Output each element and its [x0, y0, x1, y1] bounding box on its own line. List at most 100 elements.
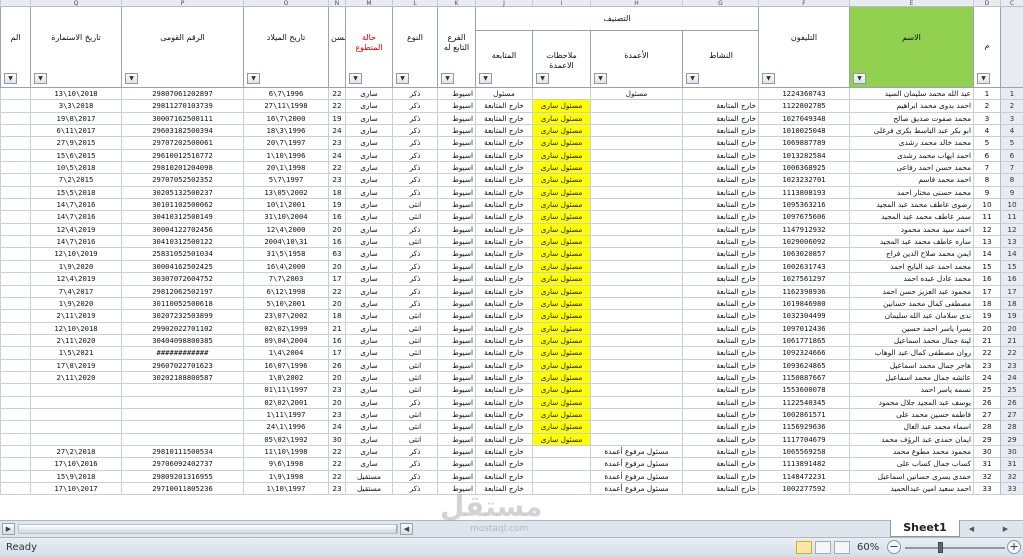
table-row[interactable]: 7\2\2015 29707052502352 5\7\1997 23 سارى ذكر ا… — [0, 174, 1023, 187]
row-header[interactable]: 7 — [1000, 162, 1023, 175]
table-cell[interactable] — [0, 322, 30, 335]
table-cell[interactable]: خارج المتابعة — [682, 162, 758, 175]
table-cell[interactable]: محمد حسن احمد رفاعى — [849, 162, 973, 175]
table-cell[interactable]: ساره عاطف محمد عبد المجيد — [849, 236, 973, 249]
table-cell[interactable]: 15\5\2018 — [30, 186, 121, 200]
table-cell[interactable]: خارج المتابعة — [475, 174, 532, 187]
table-cell[interactable]: 1147912932 — [758, 223, 849, 237]
table-cell[interactable]: خارج المتابعة — [475, 211, 532, 224]
table-cell[interactable]: 14\7\2016 — [30, 236, 121, 249]
table-cell[interactable]: اسماء محمد عبد العال — [849, 421, 973, 434]
table-cell[interactable]: ابو بكر عبد الباسط بكرى فرغلى — [849, 125, 973, 138]
table-cell[interactable]: 17 — [328, 273, 345, 286]
row-header[interactable]: 10 — [1000, 199, 1023, 212]
table-cell[interactable]: 20 — [328, 260, 345, 274]
column-letter[interactable]: O — [243, 0, 328, 7]
table-row[interactable]: 3\3\2018 29811270103739 27\11\1998 22 سارى ذك… — [0, 100, 1023, 113]
table-cell[interactable]: خارج المتابعة — [475, 458, 532, 471]
table-cell[interactable]: كساب جمال كساب على — [849, 458, 973, 471]
table-cell[interactable]: ذكر — [392, 223, 437, 237]
table-cell[interactable] — [0, 433, 30, 446]
table-cell[interactable]: 16\07\1996 — [243, 359, 328, 372]
table-cell[interactable]: خارج المتابعة — [682, 433, 758, 446]
table-cell[interactable]: خارج المتابعة — [475, 137, 532, 150]
table-cell[interactable] — [590, 359, 682, 372]
table-cell[interactable]: 29707052502352 — [121, 174, 243, 187]
table-cell[interactable]: احمد محمد قاسم — [849, 174, 973, 187]
table-cell[interactable]: 1\9\2020 — [30, 260, 121, 274]
table-cell[interactable]: محمد احمد عبد البايح احمد — [849, 260, 973, 274]
table-cell[interactable] — [590, 297, 682, 311]
table-cell[interactable]: 6\7\1996 — [243, 88, 328, 101]
table-cell[interactable]: خارج المتابعة — [682, 384, 758, 397]
table-row[interactable]: 1\9\2020 30110052500618 5\10\2001 20 سارى ذكر… — [0, 297, 1023, 311]
table-cell[interactable]: اسيوط — [437, 334, 475, 348]
row-header[interactable]: 28 — [1000, 421, 1023, 434]
table-cell[interactable] — [590, 223, 682, 237]
table-cell[interactable]: انثى — [392, 408, 437, 422]
table-cell[interactable] — [121, 408, 243, 422]
table-cell[interactable]: عبد الله محمد سليمان السيد — [849, 88, 973, 101]
zoom-in-icon[interactable]: + — [1007, 540, 1021, 554]
table-cell[interactable] — [590, 112, 682, 126]
row-header[interactable]: 17 — [1000, 285, 1023, 298]
table-cell[interactable]: اسيوط — [437, 211, 475, 224]
table-cell[interactable]: 16\4\2000 — [243, 260, 328, 274]
table-cell[interactable]: اسيوط — [437, 433, 475, 446]
table-cell[interactable] — [590, 248, 682, 261]
table-cell[interactable]: 20 — [973, 322, 1000, 335]
table-cell[interactable]: 29710011805236 — [121, 483, 243, 496]
table-cell[interactable]: خارج المتابعة — [475, 199, 532, 212]
table-cell[interactable] — [590, 260, 682, 274]
table-cell[interactable]: خارج المتابعة — [475, 223, 532, 237]
table-row[interactable]: 17\10\2016 29706092402737 9\6\1998 22 سارى ذك… — [0, 458, 1023, 471]
table-row[interactable]: 15\6\2015 29610012516772 1\10\1996 24 سارى ذك… — [0, 149, 1023, 163]
table-cell[interactable] — [0, 88, 30, 101]
table-cell[interactable]: اسيوط — [437, 236, 475, 249]
table-cell[interactable] — [0, 285, 30, 298]
table-row[interactable]: 24\1\1996 24 سارى انثى اسيوط خارج المتابعة مسئ… — [0, 421, 1023, 434]
table-cell[interactable]: خارج المتابعة — [475, 408, 532, 422]
table-cell[interactable]: مسئول سارى — [532, 396, 590, 409]
filter-dropdown-icon[interactable]: ▼ — [396, 73, 409, 84]
column-letter[interactable]: I — [532, 0, 590, 7]
table-cell[interactable]: 30110052500618 — [121, 297, 243, 311]
table-cell[interactable]: 23 — [328, 137, 345, 150]
table-cell[interactable]: 1065569258 — [758, 445, 849, 459]
table-cell[interactable]: مسئول سارى — [532, 322, 590, 335]
table-cell[interactable]: خارج المتابعة — [475, 470, 532, 483]
table-cell[interactable]: 29 — [973, 433, 1000, 446]
row-header[interactable]: 6 — [1000, 149, 1023, 163]
table-cell[interactable]: ذكر — [392, 297, 437, 311]
table-cell[interactable]: مسئول سارى — [532, 297, 590, 311]
table-row[interactable]: 14\7\2016 30410312500149 31\10\2004 16 سارى ا… — [0, 211, 1023, 224]
table-cell[interactable]: 09\04\2004 — [243, 334, 328, 348]
table-cell[interactable] — [590, 396, 682, 409]
table-cell[interactable]: ذكر — [392, 149, 437, 163]
table-cell[interactable]: 7 — [973, 162, 1000, 175]
table-cell[interactable]: خارج المتابعة — [682, 322, 758, 335]
table-cell[interactable]: 12\10\2018 — [30, 322, 121, 335]
table-cell[interactable]: 1063020857 — [758, 248, 849, 261]
table-cell[interactable]: 30205132500237 — [121, 186, 243, 200]
table-cell[interactable]: 31\5\1958 — [243, 248, 328, 261]
table-cell[interactable]: خارج المتابعة — [682, 149, 758, 163]
table-cell[interactable]: سارى — [345, 310, 392, 323]
table-cell[interactable]: 1122540345 — [758, 396, 849, 409]
table-cell[interactable]: 22 — [328, 445, 345, 459]
table-cell[interactable]: خارج المتابعة — [682, 297, 758, 311]
table-cell[interactable]: محمود عبد العزيز حسن احمد — [849, 285, 973, 298]
table-cell[interactable]: مسئول مرفوع أعمدة — [590, 445, 682, 459]
table-cell[interactable]: 29807061202897 — [121, 88, 243, 101]
table-cell[interactable]: مسئول سارى — [532, 384, 590, 397]
row-header[interactable]: 12 — [1000, 223, 1023, 237]
table-cell[interactable]: 02\02\1999 — [243, 322, 328, 335]
table-cell[interactable]: 13 — [973, 236, 1000, 249]
table-cell[interactable]: سارى — [345, 384, 392, 397]
column-letter[interactable]: J — [475, 0, 532, 7]
table-cell[interactable]: مسئول سارى — [532, 359, 590, 372]
table-cell[interactable] — [0, 334, 30, 348]
table-cell[interactable]: ذكر — [392, 285, 437, 298]
table-cell[interactable]: انثى — [392, 236, 437, 249]
table-cell[interactable]: 23 — [328, 408, 345, 422]
